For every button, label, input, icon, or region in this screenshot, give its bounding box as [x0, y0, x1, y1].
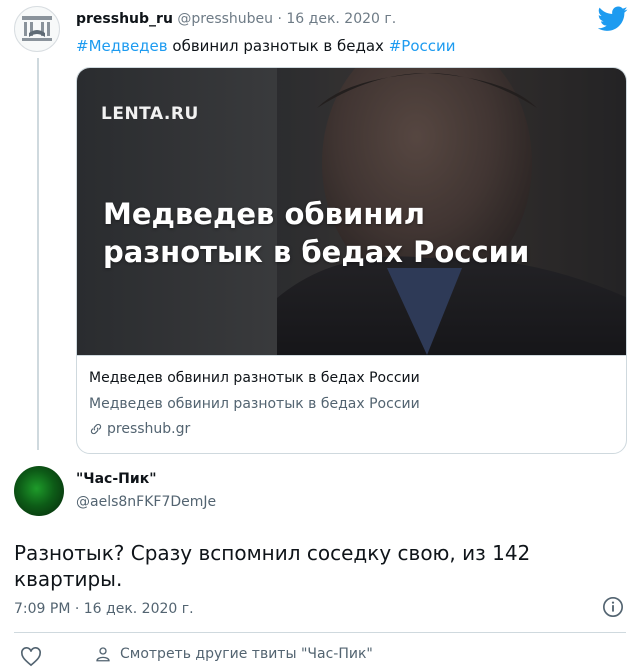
avatar[interactable] [14, 6, 60, 52]
reply-author-handle[interactable]: @aels8nFKF7DemJe [76, 494, 216, 510]
tweet-header: presshub_ru @presshubeu · 16 дек. 2020 г… [76, 11, 396, 27]
hashtag-russia[interactable]: #России [389, 37, 456, 55]
tweet-text-middle: обвинил разнотык в бедах [167, 37, 389, 55]
reply-timestamp[interactable]: 7:09 PM · 16 дек. 2020 г. [14, 601, 194, 617]
heart-icon[interactable] [20, 647, 42, 667]
author-name[interactable]: presshub_ru [76, 11, 173, 27]
card-domain-text: presshub.gr [107, 421, 191, 437]
person-icon [96, 647, 110, 662]
quoted-tweet: presshub_ru @presshubeu · 16 дек. 2020 г… [0, 0, 640, 460]
card-title: Медведев обвинил разнотык в бедах России [89, 370, 420, 386]
author-handle[interactable]: @presshubeu [177, 11, 273, 27]
card-body[interactable]: Медведев обвинил разнотык в бедах России… [77, 355, 626, 453]
link-icon [90, 423, 102, 435]
header-separator: · [273, 11, 287, 27]
more-tweets-link[interactable]: Смотреть другие твиты "Час-Пик" [94, 645, 373, 663]
reply-text: Разнотык? Сразу вспомнил соседку свою, и… [14, 541, 531, 591]
presshub-logo-icon [22, 16, 52, 41]
hashtag-medvedev[interactable]: #Медведев [76, 37, 168, 55]
action-bar: Смотреть другие твиты "Час-Пик" [14, 645, 626, 669]
card-domain: presshub.gr [89, 421, 190, 437]
reply-avatar[interactable] [14, 466, 64, 516]
info-icon[interactable] [602, 596, 624, 618]
more-tweets-label: Смотреть другие твиты "Час-Пик" [120, 646, 373, 662]
card-description: Медведев обвинил разнотык в бедах России [89, 396, 420, 412]
lenta-logo: LENTA.RU [101, 104, 199, 124]
thread-line [37, 58, 39, 450]
divider [14, 632, 626, 633]
link-card[interactable]: LENTA.RU Медведев обвинил разнотык в бед… [76, 67, 627, 454]
card-image-headline: Медведев обвинил разнотык в бедах России [103, 197, 530, 269]
tweet-text: #Медведев обвинил разнотык в бедах #Росс… [76, 37, 456, 55]
tweet-date[interactable]: 16 дек. 2020 г. [286, 11, 396, 27]
reply-author-name[interactable]: "Час-Пик" [76, 471, 157, 487]
card-image[interactable]: LENTA.RU Медведев обвинил разнотык в бед… [77, 68, 626, 355]
twitter-logo-icon[interactable] [598, 6, 628, 32]
